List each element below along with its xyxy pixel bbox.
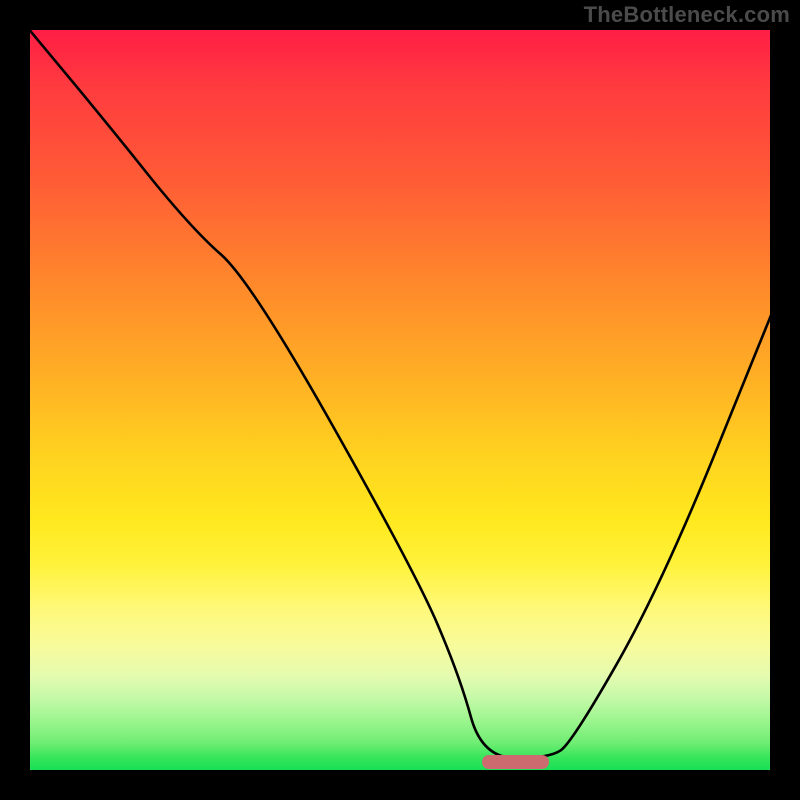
plot-area (24, 24, 776, 776)
watermark-text: TheBottleneck.com (584, 2, 790, 28)
gradient-background (27, 27, 773, 773)
optimal-range-marker (482, 755, 549, 769)
chart-frame: TheBottleneck.com (0, 0, 800, 800)
